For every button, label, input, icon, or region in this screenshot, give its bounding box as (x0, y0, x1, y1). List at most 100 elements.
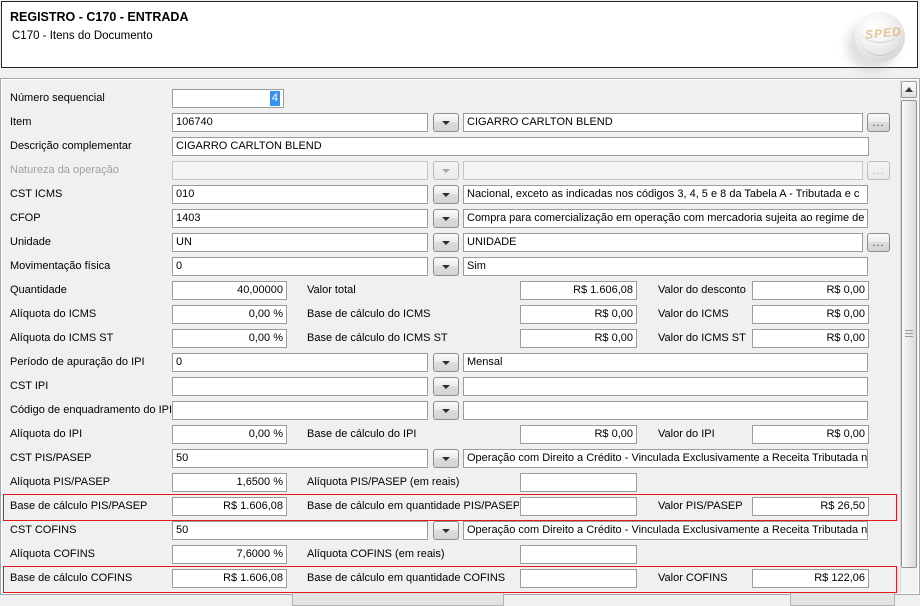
display-periodo-de-apuracao-do-ipi: Mensal (463, 353, 868, 372)
input-base-de-calculo-pis-pasep[interactable]: R$ 1.606,08 (172, 497, 287, 516)
input-codigo-de-enquadramento-do-ipi[interactable] (172, 401, 428, 420)
ellipsis-icon: ... (872, 167, 884, 175)
chevron-down-icon (442, 169, 450, 173)
page-subtitle: C170 - Itens do Documento (12, 30, 153, 42)
input-base-de-calculo-do-ipi[interactable]: R$ 0,00 (520, 425, 637, 444)
ellipsis-icon: ... (872, 119, 884, 127)
label-base-de-calculo-pis-pasep: Base de cálculo PIS/PASEP (10, 497, 170, 516)
dropdown-button-item[interactable] (433, 113, 459, 132)
dropdown-button-cst-pis-pasep[interactable] (433, 449, 459, 468)
label-unidade: Unidade (10, 233, 172, 252)
chevron-down-icon (442, 457, 450, 461)
form-panel: Número sequencial 4 Item106740 CIGARRO CARL… (0, 78, 920, 595)
input-valor-do-desconto[interactable]: R$ 0,00 (752, 281, 869, 300)
scrollbar-up-button[interactable] (901, 81, 917, 98)
input-valor-total[interactable]: R$ 1.606,08 (520, 281, 637, 300)
input-cst-cofins[interactable]: 50 (172, 521, 428, 540)
label-aliquota-pis-pasep-em-reais: Alíquota PIS/PASEP (em reais) (307, 473, 519, 492)
label-cst-pis-pasep: CST PIS/PASEP (10, 449, 172, 468)
dropdown-button-periodo-de-apuracao-do-ipi[interactable] (433, 353, 459, 372)
selected-text: 4 (270, 91, 280, 106)
input-cst-pis-pasep[interactable]: 50 (172, 449, 428, 468)
input-aliquota-do-icms-st[interactable]: 0,00 % (172, 329, 287, 348)
label-cst-cofins: CST COFINS (10, 521, 172, 540)
label-valor-do-icms-st: Valor do ICMS ST (658, 329, 751, 348)
label-base-de-calculo-em-quantidade-pis-pasep: Base de cálculo em quantidade PIS/PASEP (307, 497, 519, 516)
dropdown-button-natureza-da-operacao (433, 161, 459, 180)
input-aliquota-do-icms[interactable]: 0,00 % (172, 305, 287, 324)
input-numero-sequencial[interactable]: 4 (172, 89, 284, 108)
input-valor-do-ipi[interactable]: R$ 0,00 (752, 425, 869, 444)
label-aliquota-pis-pasep: Alíquota PIS/PASEP (10, 473, 170, 492)
label-valor-do-icms: Valor do ICMS (658, 305, 751, 324)
chevron-down-icon (442, 217, 450, 221)
chevron-down-icon (442, 265, 450, 269)
label-item: Item (10, 113, 172, 132)
ellipsis-icon: ... (872, 239, 884, 247)
window-header: REGISTRO - C170 - ENTRADA C170 - Itens d… (1, 1, 918, 68)
label-aliquota-do-icms-st: Alíquota do ICMS ST (10, 329, 170, 348)
input-unidade[interactable]: UN (172, 233, 428, 252)
more-button-item[interactable]: ... (867, 113, 890, 132)
input-valor-do-icms-st[interactable]: R$ 0,00 (752, 329, 869, 348)
label-cst-ipi: CST IPI (10, 377, 172, 396)
label-movimentacao-fisica: Movimentação física (10, 257, 172, 276)
input-base-de-calculo-do-icms[interactable]: R$ 0,00 (520, 305, 637, 324)
label-quantidade: Quantidade (10, 281, 170, 300)
input-valor-cofins[interactable]: R$ 122,06 (752, 569, 869, 588)
dropdown-button-cst-ipi[interactable] (433, 377, 459, 396)
label-valor-total: Valor total (307, 281, 519, 300)
input-aliquota-pis-pasep-em-reais[interactable] (520, 473, 637, 492)
input-base-de-calculo-do-icms-st[interactable]: R$ 0,00 (520, 329, 637, 348)
dropdown-button-movimentacao-fisica[interactable] (433, 257, 459, 276)
chevron-down-icon (442, 385, 450, 389)
label-valor-pis-pasep: Valor PIS/PASEP (658, 497, 751, 516)
input-item[interactable]: 106740 (172, 113, 428, 132)
dropdown-button-cst-icms[interactable] (433, 185, 459, 204)
chevron-down-icon (442, 409, 450, 413)
display-cfop: Compra para comercialização em operação … (463, 209, 868, 228)
label-codigo-de-enquadramento-do-ipi: Código de enquadramento do IPI (10, 401, 172, 420)
label-descricao-complementar: Descrição complementar (10, 137, 170, 156)
input-periodo-de-apuracao-do-ipi[interactable]: 0 (172, 353, 428, 372)
label-valor-do-ipi: Valor do IPI (658, 425, 751, 444)
input-cst-ipi[interactable] (172, 377, 428, 396)
more-button-unidade[interactable]: ... (867, 233, 890, 252)
input-valor-do-icms[interactable]: R$ 0,00 (752, 305, 869, 324)
dropdown-button-cst-cofins[interactable] (433, 521, 459, 540)
label-aliquota-cofins-em-reais: Alíquota COFINS (em reais) (307, 545, 519, 564)
input-base-de-calculo-em-quantidade-cofins[interactable] (520, 569, 637, 588)
input-cfop[interactable]: 1403 (172, 209, 428, 228)
page-title: REGISTRO - C170 - ENTRADA (10, 10, 189, 24)
input-aliquota-pis-pasep[interactable]: 1,6500 % (172, 473, 287, 492)
label-base-de-calculo-do-ipi: Base de cálculo do IPI (307, 425, 519, 444)
input-movimentacao-fisica[interactable]: 0 (172, 257, 428, 276)
chevron-down-icon (442, 361, 450, 365)
display-cst-pis-pasep: Operação com Direito a Crédito - Vincula… (463, 449, 868, 468)
input-aliquota-cofins[interactable]: 7,6000 % (172, 545, 287, 564)
input-natureza-da-operacao (172, 161, 428, 180)
input-descricao-complementar[interactable]: CIGARRO CARLTON BLEND (172, 137, 869, 156)
label-aliquota-do-ipi: Alíquota do IPI (10, 425, 170, 444)
input-quantidade[interactable]: 40,00000 (172, 281, 287, 300)
input-valor-pis-pasep[interactable]: R$ 26,50 (752, 497, 869, 516)
input-aliquota-cofins-em-reais[interactable] (520, 545, 637, 564)
input-base-de-calculo-em-quantidade-pis-pasep[interactable] (520, 497, 637, 516)
input-cst-icms[interactable]: 010 (172, 185, 428, 204)
label-base-de-calculo-cofins: Base de cálculo COFINS (10, 569, 170, 588)
label-aliquota-do-icms: Alíquota do ICMS (10, 305, 170, 324)
arrow-up-icon (905, 87, 913, 92)
dropdown-button-unidade[interactable] (433, 233, 459, 252)
display-unidade: UNIDADE (463, 233, 863, 252)
label-base-de-calculo-do-icms: Base de cálculo do ICMS (307, 305, 519, 324)
display-item: CIGARRO CARLTON BLEND (463, 113, 863, 132)
dropdown-button-codigo-de-enquadramento-do-ipi[interactable] (433, 401, 459, 420)
input-base-de-calculo-cofins[interactable]: R$ 1.606,08 (172, 569, 287, 588)
label-numero-sequencial: Número sequencial (10, 89, 170, 108)
label-cst-icms: CST ICMS (10, 185, 172, 204)
label-base-de-calculo-em-quantidade-cofins: Base de cálculo em quantidade COFINS (307, 569, 519, 588)
scrollbar-thumb[interactable] (901, 100, 917, 568)
input-aliquota-do-ipi[interactable]: 0,00 % (172, 425, 287, 444)
dropdown-button-cfop[interactable] (433, 209, 459, 228)
label-aliquota-cofins: Alíquota COFINS (10, 545, 170, 564)
